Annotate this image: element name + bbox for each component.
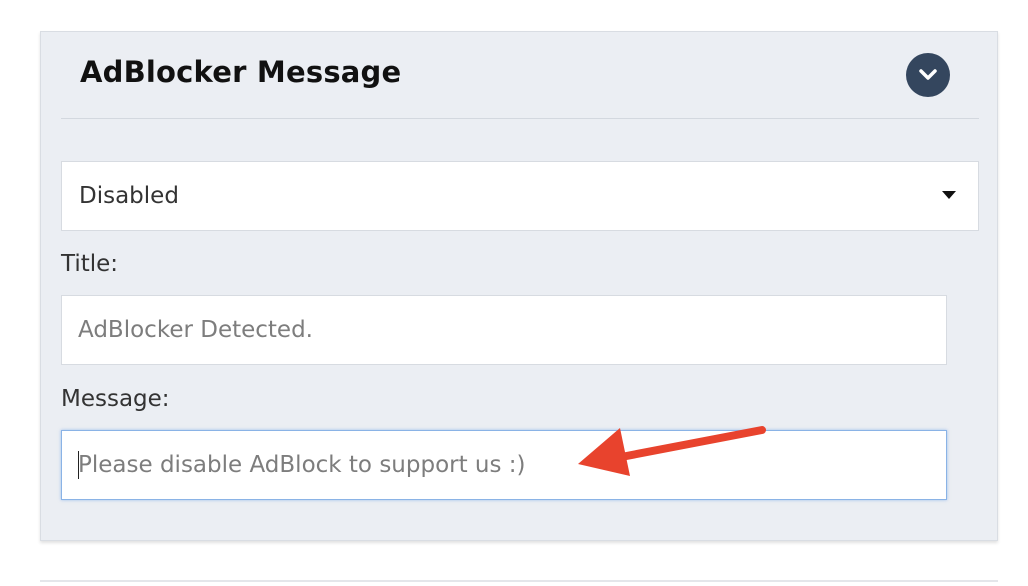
text-cursor xyxy=(78,451,79,479)
title-input[interactable] xyxy=(61,295,947,365)
title-label: Title: xyxy=(61,251,119,277)
caret-down-icon xyxy=(942,191,956,199)
chevron-down-icon xyxy=(919,69,937,80)
status-select[interactable]: Disabled xyxy=(61,161,979,231)
annotation-arrow-icon xyxy=(578,426,766,476)
message-label: Message: xyxy=(61,386,170,412)
next-panel-edge xyxy=(40,580,998,586)
collapse-toggle-button[interactable] xyxy=(906,53,950,97)
header-divider xyxy=(61,118,979,119)
status-select-value: Disabled xyxy=(79,183,179,209)
adblocker-message-panel: AdBlocker Message Disabled Title: Messag… xyxy=(40,31,998,541)
message-input[interactable] xyxy=(61,430,947,500)
panel-title: AdBlocker Message xyxy=(80,55,402,89)
